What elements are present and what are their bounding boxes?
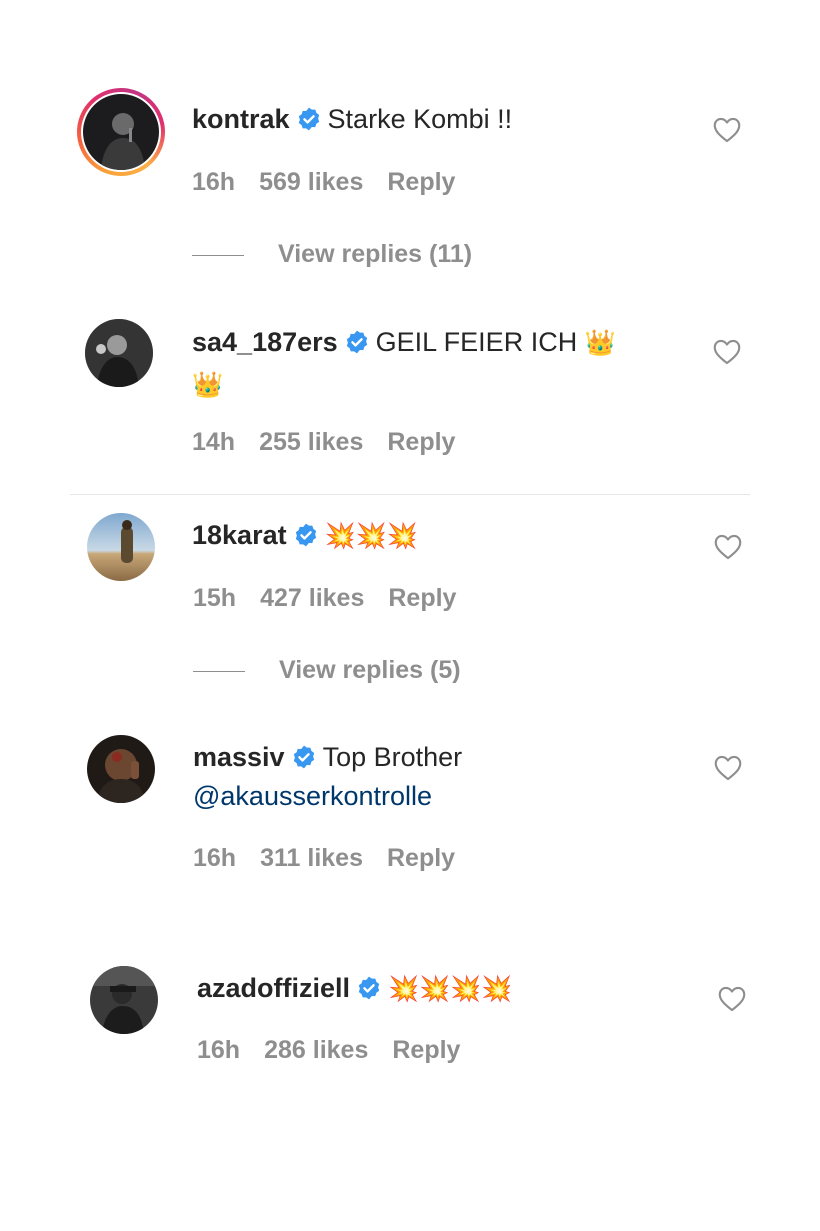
username[interactable]: sa4_187ers: [192, 327, 338, 357]
crown-emoji: 👑: [584, 329, 616, 357]
heart-outline-icon[interactable]: [718, 986, 746, 1012]
timestamp: 15h: [193, 584, 237, 612]
comment-text-line: sa4_187ers GEIL FEIER ICH 👑: [192, 325, 616, 359]
reply-button[interactable]: Reply: [387, 168, 455, 196]
timestamp: 16h: [192, 168, 236, 196]
avatar[interactable]: [90, 966, 158, 1034]
collision-emoji: 💥💥💥💥: [388, 975, 513, 1003]
comment-meta: 15h 427 likes Reply: [193, 583, 480, 613]
username[interactable]: 18karat: [192, 520, 287, 550]
heart-outline-icon[interactable]: [713, 117, 741, 143]
comment-text-line-2: @akausserkontrolle: [193, 779, 432, 813]
comment-body: Starke Kombi !!: [327, 104, 513, 134]
comment-meta: 14h 255 likes Reply: [192, 427, 479, 457]
avatar[interactable]: [83, 94, 159, 170]
verified-badge-icon: [291, 744, 317, 770]
verified-badge-icon: [356, 975, 382, 1001]
likes-count[interactable]: 255 likes: [259, 428, 363, 456]
heart-outline-icon[interactable]: [713, 339, 741, 365]
crown-emoji: 👑: [192, 371, 224, 399]
collision-emoji: 💥💥💥: [324, 522, 418, 550]
username[interactable]: azadoffiziell: [197, 973, 350, 1003]
view-replies-label[interactable]: View replies (11): [278, 240, 472, 268]
avatar[interactable]: [85, 319, 153, 387]
comment-meta: 16h 286 likes Reply: [197, 1035, 484, 1065]
comment-text-line-2: 👑: [192, 367, 223, 401]
comment-text-line: 18karat 💥💥💥: [192, 518, 418, 552]
verified-badge-icon: [296, 106, 322, 132]
reply-button[interactable]: Reply: [387, 844, 455, 872]
comment-body: GEIL FEIER ICH: [375, 327, 578, 357]
divider-dash: [193, 670, 245, 672]
username[interactable]: kontrak: [192, 104, 290, 134]
view-replies-label[interactable]: View replies (5): [279, 656, 461, 684]
comment-text-line: kontrak Starke Kombi !!: [192, 102, 512, 136]
section-divider: [70, 494, 750, 495]
verified-badge-icon: [344, 329, 370, 355]
likes-count[interactable]: 286 likes: [264, 1036, 368, 1064]
username[interactable]: massiv: [193, 742, 285, 772]
divider-dash: [192, 254, 244, 256]
comment-meta: 16h 569 likes Reply: [192, 167, 479, 197]
reply-button[interactable]: Reply: [387, 428, 455, 456]
likes-count[interactable]: 311 likes: [260, 844, 363, 872]
likes-count[interactable]: 569 likes: [259, 168, 363, 196]
comment-text-line: massiv Top Brother: [193, 740, 462, 774]
verified-badge-icon: [293, 522, 319, 548]
reply-button[interactable]: Reply: [388, 584, 456, 612]
comment-text-line: azadoffiziell 💥💥💥💥: [197, 971, 513, 1005]
timestamp: 16h: [197, 1036, 241, 1064]
heart-outline-icon[interactable]: [714, 755, 742, 781]
avatar[interactable]: [87, 735, 155, 803]
comment-body: Top Brother: [322, 742, 463, 772]
reply-button[interactable]: Reply: [392, 1036, 460, 1064]
view-replies-button[interactable]: View replies (11): [192, 239, 472, 269]
mention-link[interactable]: @akausserkontrolle: [193, 781, 432, 811]
avatar[interactable]: [87, 513, 155, 581]
timestamp: 16h: [193, 844, 237, 872]
timestamp: 14h: [192, 428, 236, 456]
comment-meta: 16h 311 likes Reply: [193, 843, 479, 873]
story-ring[interactable]: [77, 88, 165, 176]
likes-count[interactable]: 427 likes: [260, 584, 364, 612]
view-replies-button[interactable]: View replies (5): [193, 655, 461, 685]
heart-outline-icon[interactable]: [714, 534, 742, 560]
